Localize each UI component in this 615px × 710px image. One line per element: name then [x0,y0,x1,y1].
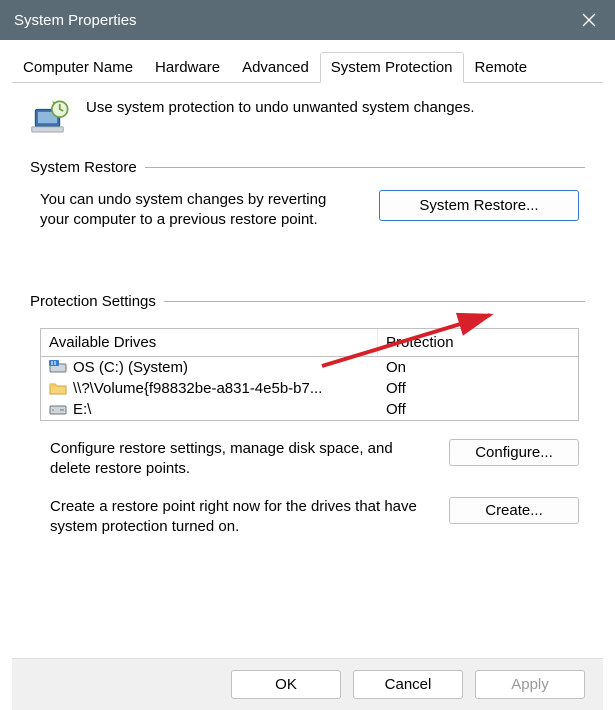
create-row: Create a restore point right now for the… [50,497,579,538]
ok-button[interactable]: OK [231,670,341,699]
drive-name: OS (C:) (System) [73,359,188,376]
create-description: Create a restore point right now for the… [50,497,429,538]
intro-row: Use system protection to undo unwanted s… [30,97,585,139]
table-row[interactable]: \\?\Volume{f98832be-a831-4e5b-b7... Off [41,378,578,399]
system-properties-window: System Properties Computer Name Hardware… [0,0,615,710]
drives-header: Available Drives Protection [41,329,578,357]
system-restore-button[interactable]: System Restore... [379,190,579,221]
group-header-protection: Protection Settings [30,293,585,310]
titlebar: System Properties [0,0,615,40]
configure-button[interactable]: Configure... [449,439,579,466]
cancel-button[interactable]: Cancel [353,670,463,699]
column-header-drives[interactable]: Available Drives [41,329,378,356]
system-protection-icon [30,97,72,139]
disk-os-icon [49,360,67,374]
divider [164,301,585,302]
drives-body: OS (C:) (System) On \\ [41,357,578,420]
column-header-protection[interactable]: Protection [378,329,578,356]
close-button[interactable] [577,8,601,32]
configure-row: Configure restore settings, manage disk … [50,439,579,480]
tab-strip: Computer Name Hardware Advanced System P… [12,52,603,83]
configure-description: Configure restore settings, manage disk … [50,439,429,480]
divider [145,167,585,168]
drive-name: \\?\Volume{f98832be-a831-4e5b-b7... [73,380,322,397]
disk-icon [49,402,67,416]
tab-system-protection[interactable]: System Protection [320,52,464,83]
tab-computer-name[interactable]: Computer Name [12,52,144,82]
content-area: Computer Name Hardware Advanced System P… [0,40,615,710]
group-header-restore: System Restore [30,159,585,176]
dialog-footer: OK Cancel Apply [12,658,603,710]
intro-text: Use system protection to undo unwanted s… [86,97,475,116]
group-protection-settings: Protection Settings Available Drives Pro… [30,293,585,544]
apply-button: Apply [475,670,585,699]
window-title: System Properties [14,12,137,29]
table-row[interactable]: E:\ Off [41,399,578,420]
table-row[interactable]: OS (C:) (System) On [41,357,578,378]
close-icon [582,13,596,27]
create-button[interactable]: Create... [449,497,579,524]
drive-status: Off [378,378,578,399]
group-system-restore: System Restore You can undo system chang… [30,159,585,237]
tab-hardware[interactable]: Hardware [144,52,231,82]
tab-advanced[interactable]: Advanced [231,52,320,82]
tab-panel-system-protection: Use system protection to undo unwanted s… [12,83,603,658]
group-label-protection: Protection Settings [30,293,164,310]
drive-name: E:\ [73,401,91,418]
restore-description: You can undo system changes by reverting… [40,190,359,231]
group-label-restore: System Restore [30,159,145,176]
drives-table: Available Drives Protection [40,328,579,421]
drive-status: On [378,357,578,378]
drive-status: Off [378,399,578,420]
tab-remote[interactable]: Remote [464,52,539,82]
folder-icon [49,381,67,395]
